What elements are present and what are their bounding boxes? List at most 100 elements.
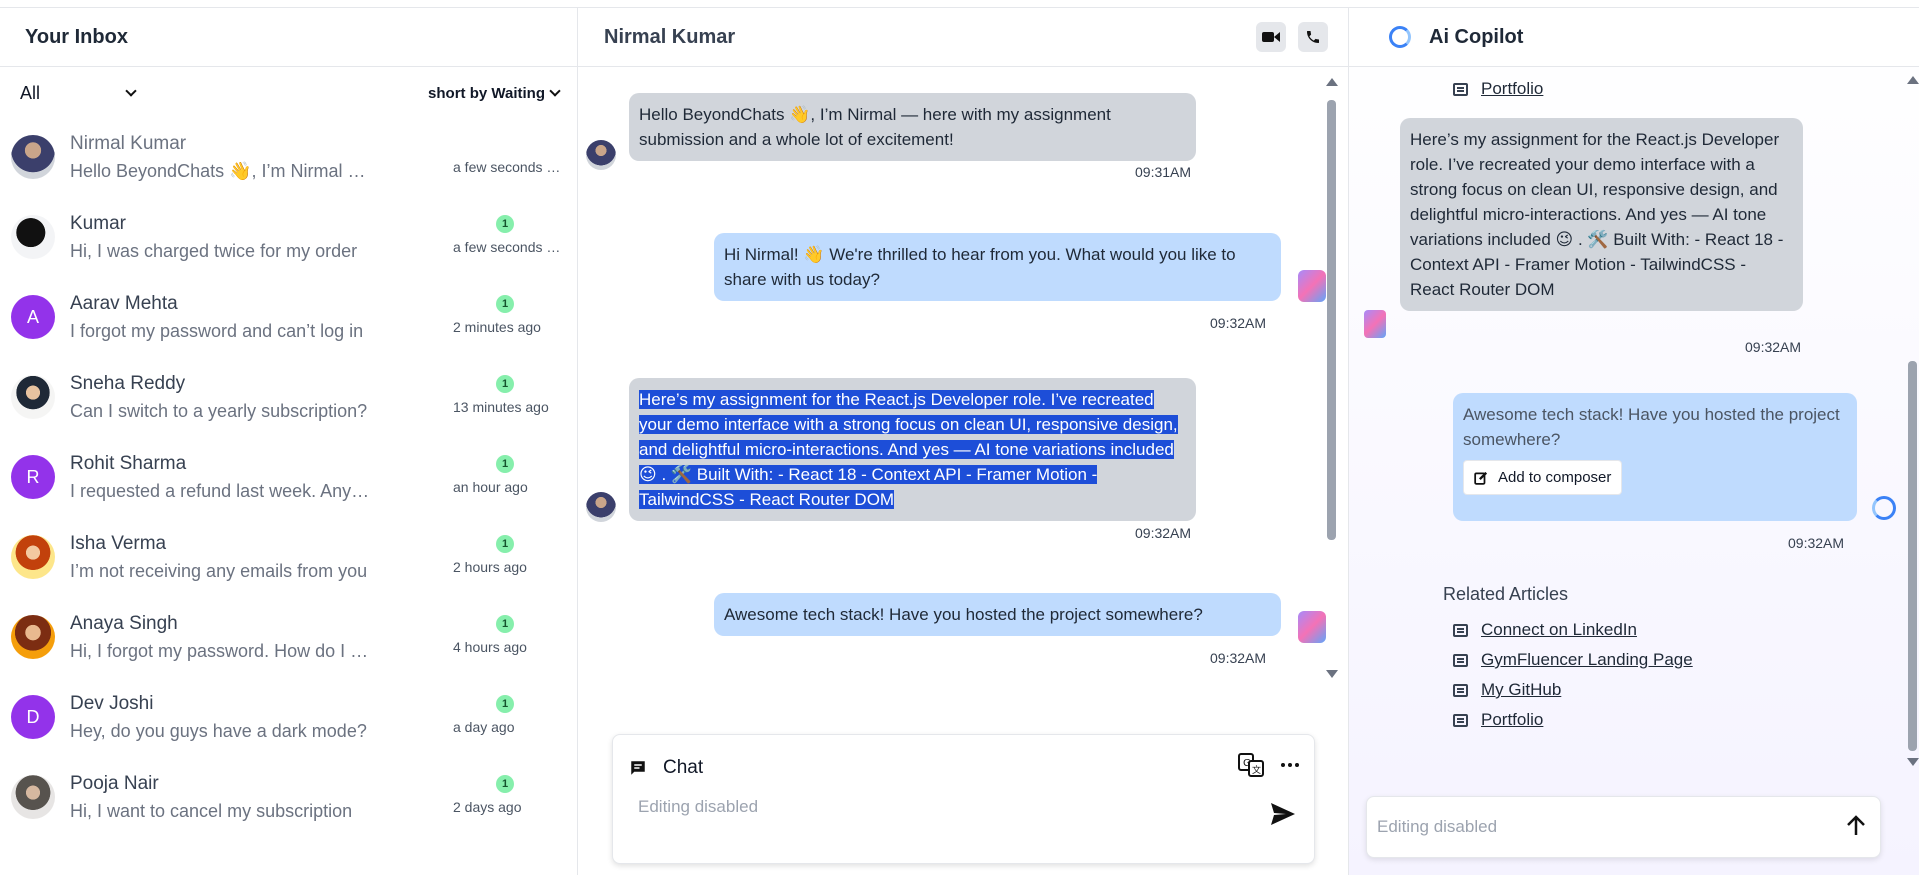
inbox-panel: Your Inbox All short by Waiting Nirmal K… bbox=[0, 8, 578, 875]
conversation-item[interactable]: D Dev Joshi Hey, do you guys have a dark… bbox=[0, 679, 577, 759]
conversation-time: a day ago bbox=[453, 719, 515, 735]
avatar bbox=[11, 615, 55, 659]
copilot-scrollbar[interactable] bbox=[1905, 76, 1919, 766]
conversation-preview: I forgot my password and can’t log in bbox=[70, 321, 364, 341]
conversation-preview: Hello BeyondChats 👋, I’m Nirmal — here w… bbox=[70, 161, 370, 181]
add-to-composer-label: Add to composer bbox=[1498, 469, 1612, 486]
avatar bbox=[11, 135, 55, 179]
message-bubble-selected: Here’s my assignment for the React.js De… bbox=[629, 378, 1196, 521]
conversation-item[interactable]: Sneha Reddy Can I switch to a yearly sub… bbox=[0, 359, 577, 439]
message-bubble: Awesome tech stack! Have you hosted the … bbox=[714, 593, 1281, 636]
video-call-button[interactable] bbox=[1256, 22, 1286, 52]
inbox-title: Your Inbox bbox=[25, 25, 128, 48]
related-link[interactable]: Portfolio bbox=[1453, 79, 1543, 99]
conversation-item[interactable]: Kumar Hi, I was charged twice for my ord… bbox=[0, 199, 577, 279]
message-time: 09:32AM bbox=[1135, 525, 1192, 541]
related-link[interactable]: Portfolio bbox=[1453, 710, 1543, 730]
conversation-item[interactable]: Isha Verma I’m not receiving any emails … bbox=[0, 519, 577, 599]
article-icon bbox=[1453, 683, 1468, 697]
video-camera-icon bbox=[1262, 32, 1280, 42]
chat-panel: Nirmal Kumar Hello BeyondChats 👋, I’m Ni… bbox=[578, 8, 1349, 875]
composer-input[interactable]: Editing disabled bbox=[638, 797, 758, 817]
scroll-down-arrow-icon[interactable] bbox=[1907, 758, 1919, 766]
related-link-label[interactable]: GymFluencer Landing Page bbox=[1481, 650, 1693, 670]
agent-avatar bbox=[1298, 270, 1326, 302]
message-time: 09:32AM bbox=[1788, 535, 1845, 551]
related-link-label[interactable]: My GitHub bbox=[1481, 680, 1561, 700]
conversation-time: 4 hours ago bbox=[453, 639, 527, 655]
conversation-time: 13 minutes ago bbox=[453, 399, 549, 415]
phone-call-button[interactable] bbox=[1298, 22, 1328, 52]
copilot-ai-text: Awesome tech stack! Have you hosted the … bbox=[1463, 405, 1840, 449]
conversation-list: Nirmal Kumar Hello BeyondChats 👋, I’m Ni… bbox=[0, 119, 577, 839]
copilot-panel: Ai Copilot Portfolio Here’s my assignmen… bbox=[1349, 8, 1919, 875]
more-options-icon[interactable] bbox=[1280, 762, 1300, 768]
related-link[interactable]: Connect on LinkedIn bbox=[1453, 620, 1637, 640]
conversation-item[interactable]: R Rohit Sharma I requested a refund last… bbox=[0, 439, 577, 519]
unread-badge: 1 bbox=[496, 775, 514, 793]
conversation-name: Isha Verma bbox=[70, 533, 167, 554]
article-icon bbox=[1453, 623, 1468, 637]
conversation-preview: I’m not receiving any emails from you bbox=[70, 561, 368, 581]
conversation-item[interactable]: Anaya Singh Hi, I forgot my password. Ho… bbox=[0, 599, 577, 679]
chat-bubble-icon bbox=[631, 761, 645, 775]
message-time: 09:32AM bbox=[1745, 339, 1802, 355]
copilot-logo-icon bbox=[1389, 26, 1411, 48]
agent-avatar bbox=[1364, 310, 1386, 338]
related-link[interactable]: My GitHub bbox=[1453, 680, 1561, 700]
scrollbar-thumb[interactable] bbox=[1327, 100, 1336, 540]
article-icon bbox=[1453, 713, 1468, 727]
avatar: A bbox=[11, 295, 55, 339]
translate-icon[interactable]: G文 bbox=[1238, 753, 1264, 777]
conversation-item[interactable]: Pooja Nair Hi, I want to cancel my subsc… bbox=[0, 759, 577, 839]
send-button[interactable] bbox=[1270, 802, 1296, 831]
edit-icon bbox=[1474, 471, 1488, 485]
scroll-down-arrow-icon[interactable] bbox=[1326, 670, 1338, 678]
avatar bbox=[11, 215, 55, 259]
related-link-label[interactable]: Portfolio bbox=[1481, 710, 1543, 730]
copilot-user-message: Here’s my assignment for the React.js De… bbox=[1400, 118, 1803, 311]
filter-select-value: All bbox=[20, 82, 41, 103]
unread-badge: 1 bbox=[496, 695, 514, 713]
svg-text:文: 文 bbox=[1252, 764, 1261, 776]
conversation-preview: Hi, I was charged twice for my order bbox=[70, 241, 358, 261]
related-link-label[interactable]: Connect on LinkedIn bbox=[1481, 620, 1637, 640]
copilot-input-placeholder: Editing disabled bbox=[1377, 817, 1498, 836]
conversation-preview: Hey, do you guys have a dark mode? bbox=[70, 721, 367, 741]
conversation-item[interactable]: A Aarav Mehta I forgot my password and c… bbox=[0, 279, 577, 359]
copilot-input[interactable]: Editing disabled bbox=[1366, 796, 1881, 858]
conversation-name: Dev Joshi bbox=[70, 693, 154, 714]
chat-scrollbar[interactable] bbox=[1324, 78, 1338, 678]
conversation-name: Kumar bbox=[70, 213, 126, 234]
conversation-preview: Can I switch to a yearly subscription? bbox=[70, 401, 368, 421]
phone-icon bbox=[1307, 31, 1319, 43]
filter-select[interactable]: All bbox=[20, 82, 137, 104]
conversation-item[interactable]: Nirmal Kumar Hello BeyondChats 👋, I’m Ni… bbox=[0, 119, 577, 199]
unread-badge: 1 bbox=[496, 615, 514, 633]
conversation-time: 2 hours ago bbox=[453, 559, 527, 575]
inbox-filters: All short by Waiting bbox=[0, 67, 577, 119]
conversation-time: an hour ago bbox=[453, 479, 528, 495]
copilot-send-button[interactable] bbox=[1846, 815, 1866, 842]
conversation-name: Nirmal Kumar bbox=[70, 133, 187, 154]
article-icon bbox=[1453, 653, 1468, 667]
sort-select[interactable]: short by Waiting bbox=[428, 85, 561, 102]
scroll-up-arrow-icon[interactable] bbox=[1326, 78, 1338, 86]
message-composer: Chat G文 Editing disabled bbox=[612, 734, 1315, 864]
ai-copilot-icon bbox=[1872, 496, 1896, 520]
related-link-label[interactable]: Portfolio bbox=[1481, 79, 1543, 99]
conversation-name: Aarav Mehta bbox=[70, 293, 178, 314]
add-to-composer-button[interactable]: Add to composer bbox=[1463, 460, 1623, 495]
scrollbar-thumb[interactable] bbox=[1908, 361, 1917, 751]
scroll-up-arrow-icon[interactable] bbox=[1907, 76, 1919, 84]
chat-header: Nirmal Kumar bbox=[578, 8, 1348, 67]
conversation-name: Anaya Singh bbox=[70, 613, 178, 634]
agent-avatar bbox=[1298, 611, 1326, 643]
message-time: 09:32AM bbox=[1210, 650, 1267, 666]
message-thread: Hello BeyondChats 👋, I’m Nirmal — here w… bbox=[578, 68, 1338, 728]
conversation-name: Pooja Nair bbox=[70, 773, 159, 794]
related-link[interactable]: GymFluencer Landing Page bbox=[1453, 650, 1693, 670]
composer-mode-label[interactable]: Chat bbox=[663, 757, 703, 779]
copilot-ai-message: Awesome tech stack! Have you hosted the … bbox=[1453, 393, 1857, 521]
conversation-time: a few seconds ago bbox=[453, 239, 563, 255]
